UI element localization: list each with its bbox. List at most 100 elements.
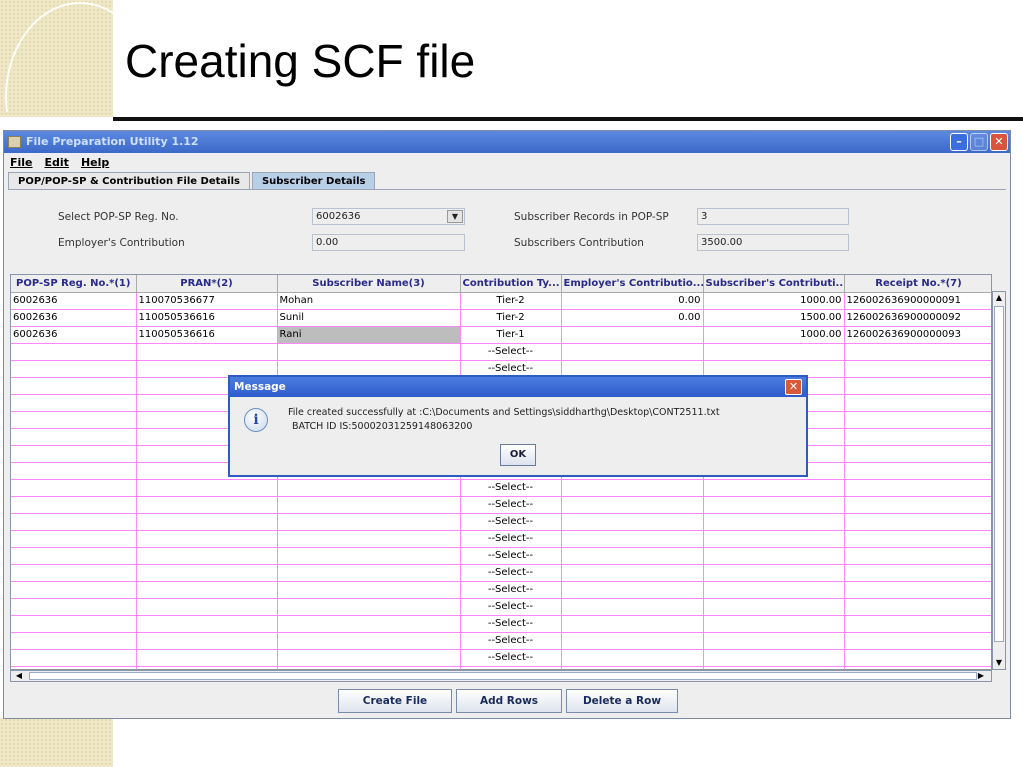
column-header[interactable]: Subscriber Name(3): [277, 275, 461, 293]
table-cell[interactable]: --Select--: [460, 581, 562, 599]
table-cell[interactable]: [11, 445, 137, 463]
table-cell[interactable]: [561, 649, 704, 667]
table-cell[interactable]: [844, 445, 991, 463]
table-cell[interactable]: [11, 615, 137, 633]
table-cell[interactable]: [136, 547, 278, 565]
table-cell[interactable]: [11, 632, 137, 650]
table-cell[interactable]: [561, 547, 704, 565]
table-cell[interactable]: 1000.00: [703, 292, 845, 310]
table-cell[interactable]: --Select--: [460, 632, 562, 650]
add-rows-button[interactable]: Add Rows: [456, 689, 562, 713]
table-cell[interactable]: [11, 496, 137, 514]
table-cell[interactable]: [11, 394, 137, 412]
table-cell[interactable]: 110050536616: [136, 326, 278, 344]
table-cell[interactable]: [561, 343, 704, 361]
table-cell[interactable]: [561, 598, 704, 616]
table-cell[interactable]: [11, 564, 137, 582]
table-row[interactable]: --Select--: [11, 632, 991, 650]
delete-row-button[interactable]: Delete a Row: [566, 689, 678, 713]
dialog-close-button[interactable]: ✕: [785, 379, 802, 395]
scroll-down-icon[interactable]: ▼: [993, 657, 1005, 669]
window-titlebar[interactable]: File Preparation Utility 1.12 – □ ✕: [4, 131, 1010, 153]
table-cell[interactable]: 110050536616: [136, 309, 278, 327]
table-cell[interactable]: [703, 615, 845, 633]
scroll-right-icon[interactable]: ▶: [975, 670, 987, 682]
table-row[interactable]: --Select--: [11, 496, 991, 514]
table-cell[interactable]: [703, 530, 845, 548]
table-cell[interactable]: [703, 547, 845, 565]
table-row[interactable]: 6002636 110050536616 Sunil Tier-2 0.00 1500.0…: [11, 309, 991, 327]
table-cell[interactable]: 1500.00: [703, 309, 845, 327]
table-cell[interactable]: [11, 598, 137, 616]
column-header[interactable]: Subscriber's Contributi...: [703, 275, 845, 293]
table-cell[interactable]: [136, 649, 278, 667]
table-cell[interactable]: [561, 530, 704, 548]
table-cell[interactable]: [136, 513, 278, 531]
column-header[interactable]: PRAN*(2): [136, 275, 278, 293]
table-cell[interactable]: [844, 496, 991, 514]
table-cell[interactable]: [277, 530, 461, 548]
table-cell[interactable]: 6002636: [11, 292, 137, 310]
table-cell[interactable]: [844, 615, 991, 633]
table-row[interactable]: --Select--: [11, 615, 991, 633]
table-cell[interactable]: 6002636: [11, 309, 137, 327]
table-cell[interactable]: [11, 530, 137, 548]
table-cell[interactable]: Tier-1: [460, 326, 562, 344]
table-cell[interactable]: [844, 462, 991, 480]
table-row[interactable]: --Select--: [11, 649, 991, 667]
menu-edit[interactable]: Edit: [45, 156, 69, 169]
scroll-left-icon[interactable]: ◀: [13, 670, 25, 682]
table-cell[interactable]: [844, 598, 991, 616]
reg-no-dropdown[interactable]: 6002636 ▼: [312, 208, 465, 225]
table-cell[interactable]: [11, 343, 137, 361]
table-cell[interactable]: Mohan: [277, 292, 461, 310]
table-cell[interactable]: [11, 360, 137, 378]
table-cell[interactable]: [844, 377, 991, 395]
table-cell[interactable]: [11, 513, 137, 531]
maximize-button[interactable]: □: [970, 133, 988, 151]
table-cell[interactable]: [277, 343, 461, 361]
tab-subscriber-details[interactable]: Subscriber Details: [251, 172, 376, 190]
table-cell[interactable]: [703, 581, 845, 599]
table-cell[interactable]: --Select--: [460, 547, 562, 565]
table-cell[interactable]: 0.00: [561, 309, 704, 327]
table-cell[interactable]: [561, 496, 704, 514]
menu-help[interactable]: Help: [81, 156, 109, 169]
scroll-thumb[interactable]: [994, 306, 1004, 642]
table-cell[interactable]: --Select--: [460, 513, 562, 531]
table-cell[interactable]: [561, 632, 704, 650]
table-cell[interactable]: [277, 632, 461, 650]
column-header[interactable]: POP-SP Reg. No.*(1): [11, 275, 137, 293]
table-cell[interactable]: 6002636: [11, 326, 137, 344]
table-cell[interactable]: Tier-2: [460, 309, 562, 327]
table-cell[interactable]: [277, 581, 461, 599]
scroll-thumb[interactable]: [29, 672, 977, 680]
table-cell[interactable]: [277, 598, 461, 616]
table-cell[interactable]: 110070536677: [136, 292, 278, 310]
vertical-scrollbar[interactable]: ▲ ▼: [992, 291, 1006, 670]
table-cell[interactable]: [844, 360, 991, 378]
table-row[interactable]: 6002636 110050536616 Rani Tier-1 1000.00 1260…: [11, 326, 991, 344]
table-cell[interactable]: [844, 581, 991, 599]
table-cell[interactable]: [277, 496, 461, 514]
table-cell[interactable]: --Select--: [460, 615, 562, 633]
table-cell[interactable]: [844, 649, 991, 667]
table-row[interactable]: --Select--: [11, 530, 991, 548]
table-row[interactable]: --Select--: [11, 581, 991, 599]
table-cell[interactable]: [277, 547, 461, 565]
table-cell[interactable]: --Select--: [460, 598, 562, 616]
table-cell[interactable]: [844, 394, 991, 412]
table-cell[interactable]: [136, 479, 278, 497]
table-cell[interactable]: [11, 479, 137, 497]
table-cell[interactable]: [844, 428, 991, 446]
table-cell[interactable]: [844, 513, 991, 531]
table-row[interactable]: --Select--: [11, 343, 991, 361]
column-header[interactable]: Employer's Contributio...: [561, 275, 704, 293]
table-row[interactable]: 6002636 110070536677 Mohan Tier-2 0.00 1000.0…: [11, 292, 991, 310]
table-cell[interactable]: [703, 632, 845, 650]
create-file-button[interactable]: Create File: [338, 689, 452, 713]
table-cell[interactable]: --Select--: [460, 564, 562, 582]
table-cell[interactable]: [703, 598, 845, 616]
table-cell[interactable]: [277, 649, 461, 667]
table-row[interactable]: --Select--: [11, 564, 991, 582]
